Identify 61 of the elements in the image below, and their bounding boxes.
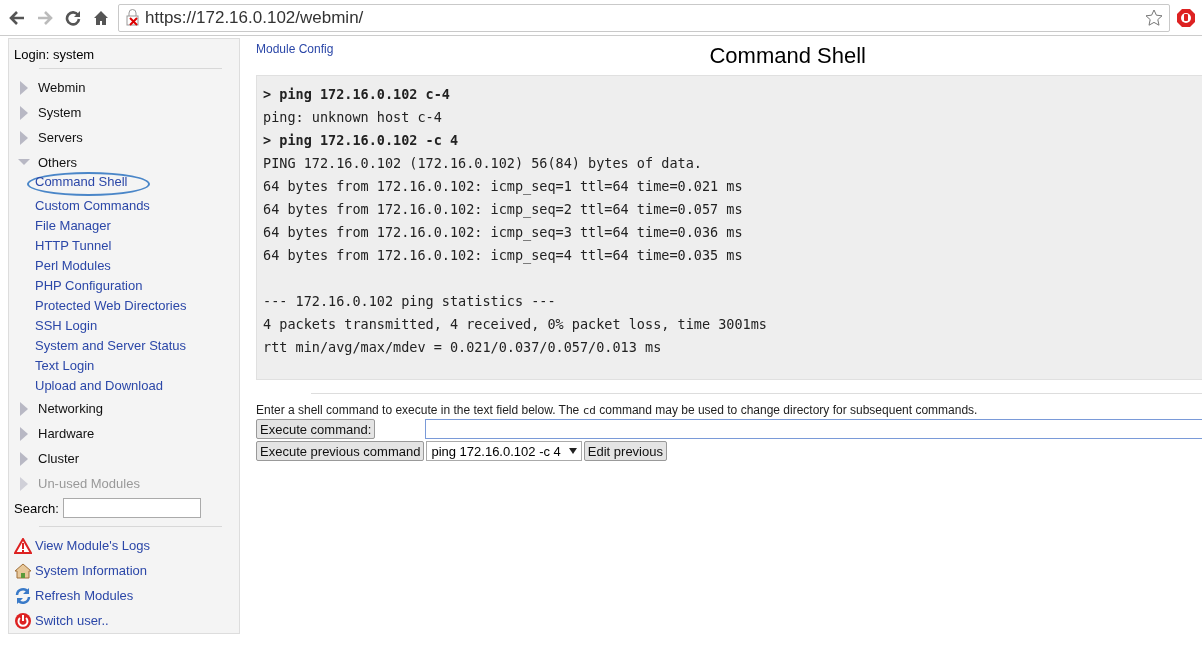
category-item[interactable]: Hardware [14, 421, 234, 446]
house-icon [14, 562, 32, 579]
output-line: ping: unknown host c-4 [263, 108, 443, 127]
insecure-lock-icon [125, 8, 141, 27]
warning-icon [14, 537, 32, 554]
output-line: rtt min/avg/max/mdev = 0.021/0.037/0.057/0.013 ms [263, 338, 663, 357]
refresh-icon [14, 586, 32, 605]
sidebar-link[interactable]: Refresh Modules [35, 588, 134, 603]
category-item[interactable]: Servers [14, 125, 234, 150]
collapsed-triangle-icon [18, 80, 30, 95]
category-item[interactable]: Networking [14, 396, 234, 421]
command-line: > ping 172.16.0.102 -c 4 [263, 131, 460, 150]
command-input[interactable] [425, 419, 1202, 439]
collapsed-triangle-icon [18, 451, 30, 466]
page-title: Command Shell [708, 42, 867, 69]
previous-command-dropdown[interactable]: ping 172.16.0.102 -c 4 [426, 441, 582, 461]
collapsed-triangle-icon [18, 105, 30, 120]
module-config-link[interactable]: Module Config [256, 42, 334, 56]
stop-hand-icon[interactable] [1176, 7, 1196, 28]
output-line: 64 bytes from 172.16.0.102: icmp_seq=4 ttl=64 time=0.035 ms [263, 246, 744, 266]
output-line: --- 172.16.0.102 ping statistics --- [263, 292, 557, 311]
output-line: 64 bytes from 172.16.0.102: icmp_seq=3 ttl=64 time=0.036 ms [263, 223, 744, 243]
category-item[interactable]: Others [14, 150, 234, 175]
execute-command-button[interactable]: Execute command: [256, 419, 376, 439]
module-link[interactable]: Text Login [35, 356, 103, 376]
sidebar-link[interactable]: Switch user.. [35, 613, 109, 628]
execute-previous-button[interactable]: Execute previous command [256, 441, 425, 461]
category-item[interactable]: System [14, 100, 234, 125]
edit-previous-button[interactable]: Edit previous [583, 441, 667, 461]
collapsed-triangle-icon [18, 476, 30, 491]
star-icon[interactable] [1145, 8, 1163, 27]
module-link[interactable]: Upload and Download [35, 376, 171, 396]
address-bar[interactable]: https://172.16.0.102/webmin/ [118, 3, 1170, 32]
module-link[interactable]: Perl Modules [35, 256, 119, 276]
module-link[interactable]: PHP Configuration [35, 276, 151, 296]
module-link[interactable]: Command Shell [27, 172, 150, 196]
module-link[interactable]: File Manager [35, 216, 119, 236]
collapsed-triangle-icon [18, 130, 30, 145]
output-line: PING 172.16.0.102 (172.16.0.102) 56(84) bytes of data. [263, 154, 703, 173]
caret-icon [568, 448, 577, 454]
category-item[interactable]: Webmin [14, 75, 234, 100]
search-label: Search: [14, 500, 59, 516]
collapsed-triangle-icon [18, 401, 30, 416]
module-link[interactable]: System and Server Status [35, 336, 194, 356]
module-link[interactable]: Protected Web Directories [35, 296, 195, 316]
module-link[interactable]: Custom Commands [35, 196, 158, 216]
url-text: https://172.16.0.102/webmin/ [145, 7, 365, 28]
module-link[interactable]: SSH Login [35, 316, 106, 336]
sidebar-link[interactable]: View Module's Logs [35, 538, 150, 553]
output-line: 64 bytes from 172.16.0.102: icmp_seq=1 ttl=64 time=0.021 ms [263, 177, 744, 197]
search-field[interactable] [62, 498, 201, 518]
power-icon [14, 611, 32, 630]
command-line: > ping 172.16.0.102 c-4 [263, 85, 451, 104]
login-text: Login: system [14, 47, 96, 62]
sidebar-link[interactable]: System Information [35, 563, 147, 578]
category-item[interactable]: Cluster [14, 446, 234, 471]
output-line: 64 bytes from 172.16.0.102: icmp_seq=2 ttl=64 time=0.057 ms [263, 200, 744, 220]
collapsed-triangle-icon [18, 426, 30, 441]
help-text: Enter a shell command to execute in the text field below. The cd command may be used to change directory for subsequent commands. [256, 403, 979, 417]
module-link[interactable]: HTTP Tunnel [35, 236, 120, 256]
output-line: 4 packets transmitted, 4 received, 0% packet loss, time 3001ms [263, 315, 768, 334]
